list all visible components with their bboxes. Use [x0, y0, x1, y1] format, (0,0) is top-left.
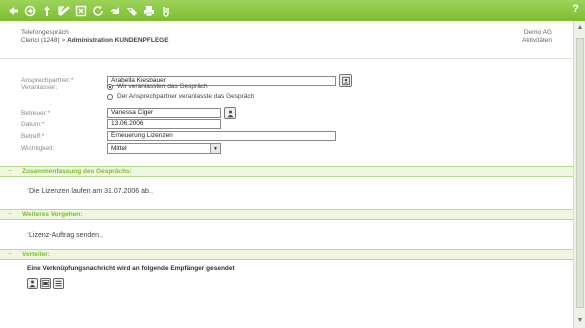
initiator-option-2-label: Der Ansprechpartner veranlasste das Gesp… [117, 93, 255, 100]
activities-link[interactable]: Aktivitäten [522, 37, 552, 45]
link-icon[interactable] [108, 4, 122, 18]
collapse-icon[interactable]: − [8, 251, 18, 258]
section-next-steps-title: Weiteres Vorgehen: [22, 211, 83, 218]
delete-icon[interactable] [74, 4, 88, 18]
next-steps-text-value: Lizenz-Auftrag senden. [29, 232, 101, 239]
breadcrumb-title: Administration KUNDENPFLEGE [67, 37, 169, 44]
next-steps-text[interactable]: “Lizenz-Auftrag senden.„ [27, 232, 103, 239]
collapse-icon[interactable]: − [8, 168, 18, 175]
subject-row: Betreff:* Erneuerung Lizenzen [21, 131, 336, 141]
initiator-option-2[interactable]: Der Ansprechpartner veranlasste das Gesp… [107, 93, 254, 100]
help-button[interactable]: ? [572, 3, 579, 15]
chevron-down-icon[interactable]: ▼ [210, 144, 220, 153]
attach-icon[interactable] [159, 4, 173, 18]
subject-field[interactable]: Erneuerung Lizenzen [107, 131, 336, 141]
breadcrumb-prefix: Clerici (1248) > [21, 37, 68, 44]
header-right: Demo AG Aktivitäten [522, 29, 552, 45]
owner-row: Betreuer:* Vanessa Ciger [21, 107, 236, 119]
scroll-up-icon[interactable]: ▲ [576, 24, 584, 32]
radio-unselected[interactable] [107, 93, 113, 100]
refresh-icon[interactable] [91, 4, 105, 18]
quote-close-icon: „ [101, 233, 103, 239]
subject-label: Betreff:* [21, 132, 45, 140]
vertical-scrollbar[interactable]: ▲ ▼ [573, 21, 585, 328]
initiator-option-1[interactable]: Wir veranlassten das Gespräch [107, 83, 208, 90]
radio-selected[interactable] [107, 83, 113, 90]
summary-text[interactable]: “Die Lizenzen laufen am 31.07.2006 ab.„ [27, 188, 153, 195]
priority-select[interactable]: Mittel ▼ [107, 143, 221, 154]
owner-field[interactable]: Vanessa Ciger [107, 108, 221, 118]
section-distribution-header[interactable]: − Verteiler: [0, 249, 573, 260]
address-list-button[interactable] [53, 278, 64, 289]
group-icon [41, 280, 50, 287]
activity-type: Telefongespräch [21, 29, 69, 36]
section-summary-header[interactable]: − Zusammenfassung des Gesprächs: [0, 166, 573, 177]
quote-close-icon: „ [150, 189, 153, 195]
back-icon[interactable] [6, 4, 20, 18]
section-next-steps-header[interactable]: − Weiteres Vorgehen: [0, 209, 573, 220]
forward-icon[interactable] [23, 4, 37, 18]
initiator-option-1-label: Wir veranlassten das Gespräch [117, 83, 208, 90]
edit-icon[interactable] [57, 4, 71, 18]
breadcrumb: Clerici (1248) > Administration KUNDENPF… [21, 37, 169, 44]
priority-row: Wichtigkeit: Mittel ▼ [21, 143, 221, 154]
date-label: Datum:* [21, 120, 45, 128]
print-icon[interactable] [142, 4, 156, 18]
owner-picker-button[interactable] [224, 107, 236, 119]
date-row: Datum:* 13.06.2006 [21, 119, 221, 129]
list-icon [55, 280, 62, 287]
scroll-down-icon[interactable]: ▼ [576, 317, 584, 325]
priority-value: Mittel [111, 145, 127, 152]
section-summary-title: Zusammenfassung des Gesprächs: [22, 168, 132, 175]
user-icon [29, 280, 36, 288]
date-field[interactable]: 13.06.2006 [107, 119, 221, 129]
distribution-note: Eine Verknüpfungsnachricht wird an folge… [27, 265, 235, 272]
initiator-row: Veranlasser: [21, 84, 107, 91]
add-group-button[interactable] [40, 278, 51, 289]
company-name: Demo AG [523, 29, 552, 36]
contact-label: Ansprechpartner:* [21, 77, 74, 84]
distribution-actions [27, 278, 64, 289]
collapse-icon[interactable]: − [8, 211, 18, 218]
user-icon [227, 110, 233, 117]
initiator-label: Veranlasser: [21, 84, 58, 91]
page-header: Telefongespräch Clerici (1248) > Adminis… [0, 21, 573, 59]
section-distribution-title: Verteiler: [22, 251, 50, 258]
contact-picker-button[interactable] [339, 74, 352, 87]
save-icon[interactable] [40, 4, 54, 18]
tag-icon[interactable] [125, 4, 139, 18]
toolbar: ? [0, 0, 585, 21]
priority-label: Wichtigkeit: [21, 145, 55, 152]
scrollbar-thumb[interactable] [576, 38, 584, 308]
owner-label: Betreuer:* [21, 109, 51, 117]
content-area: Telefongespräch Clerici (1248) > Adminis… [0, 21, 573, 328]
address-book-icon [341, 76, 350, 85]
add-user-button[interactable] [27, 278, 38, 289]
summary-text-value: Die Lizenzen laufen am 31.07.2006 ab. [29, 188, 151, 195]
